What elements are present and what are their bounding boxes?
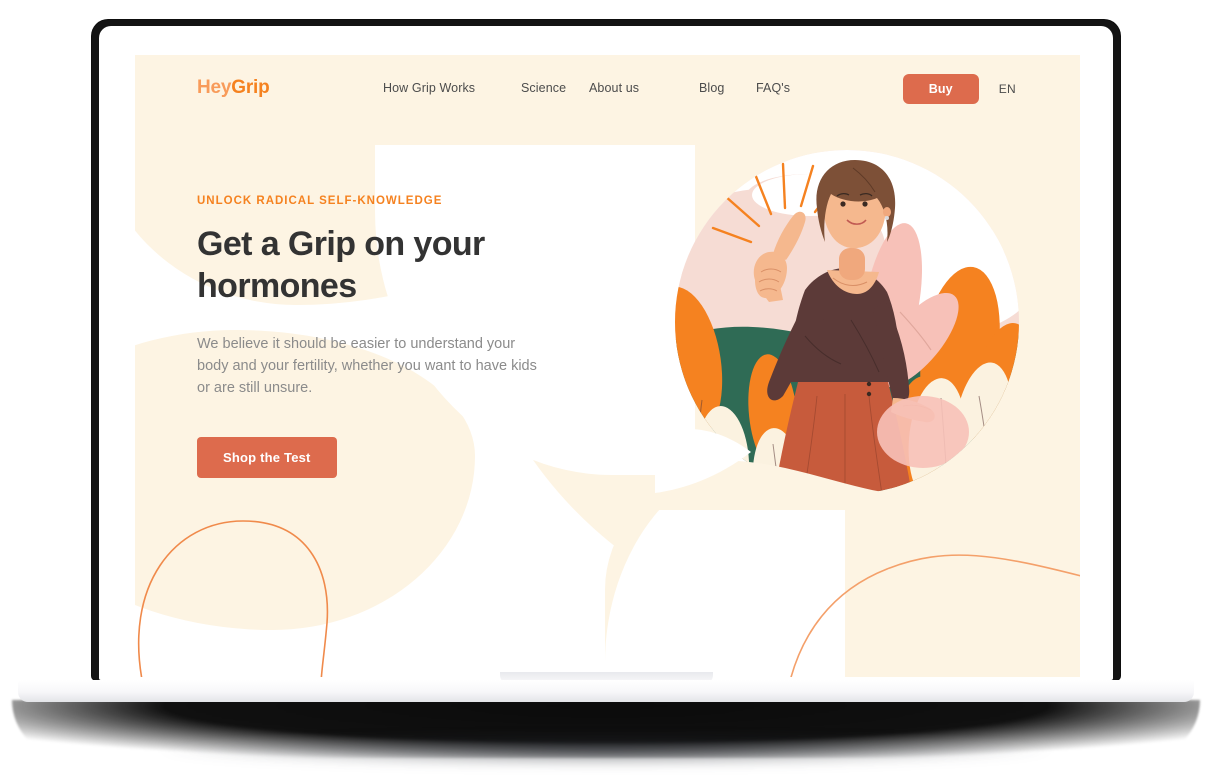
nav-links: How Grip Works Science About us Blog FAQ… xyxy=(383,81,816,95)
site-logo[interactable]: HeyGrip xyxy=(197,77,270,99)
figure-eye-left xyxy=(840,201,846,207)
nav-item-how-grip-works[interactable]: How Grip Works xyxy=(383,81,521,95)
hero-content: UNLOCK RADICAL SELF-KNOWLEDGE Get a Grip… xyxy=(197,195,557,478)
buy-button[interactable]: Buy xyxy=(902,74,979,104)
logo-word-grip: Grip xyxy=(231,77,270,98)
language-switcher[interactable]: EN xyxy=(999,82,1016,96)
laptop-drop-shadow xyxy=(60,735,1152,769)
laptop-base-bar xyxy=(18,680,1194,702)
shop-the-test-button[interactable]: Shop the Test xyxy=(197,437,337,478)
nav-item-about-us[interactable]: About us xyxy=(589,81,699,95)
figure-button-upper xyxy=(866,381,872,387)
logo-word-hey: Hey xyxy=(197,77,232,98)
webpage-viewport: HeyGrip How Grip Works Science About us … xyxy=(135,55,1080,677)
figure-button-lower xyxy=(866,391,872,397)
figure-neck xyxy=(839,248,865,280)
nav-item-blog[interactable]: Blog xyxy=(699,81,756,95)
site-navbar: HeyGrip How Grip Works Science About us … xyxy=(135,55,1080,127)
figure-ear xyxy=(883,207,891,217)
decorative-curve-right xyxy=(790,554,1080,677)
nav-actions: Buy EN xyxy=(902,74,1016,104)
hero-headline: Get a Grip on your hormones xyxy=(197,225,485,305)
figure-eye-right xyxy=(862,201,868,207)
illustration-pink-lowblob xyxy=(877,396,969,468)
nav-item-science[interactable]: Science xyxy=(521,81,589,95)
screenshot-stage: HeyGrip How Grip Works Science About us … xyxy=(0,0,1212,775)
hero-illustration xyxy=(655,150,1055,510)
hero-subcopy: We believe it should be easier to unders… xyxy=(197,336,537,396)
hero-eyebrow: UNLOCK RADICAL SELF-KNOWLEDGE xyxy=(197,195,443,207)
nav-item-faqs[interactable]: FAQ's xyxy=(756,81,816,95)
figure-earring xyxy=(885,216,889,220)
